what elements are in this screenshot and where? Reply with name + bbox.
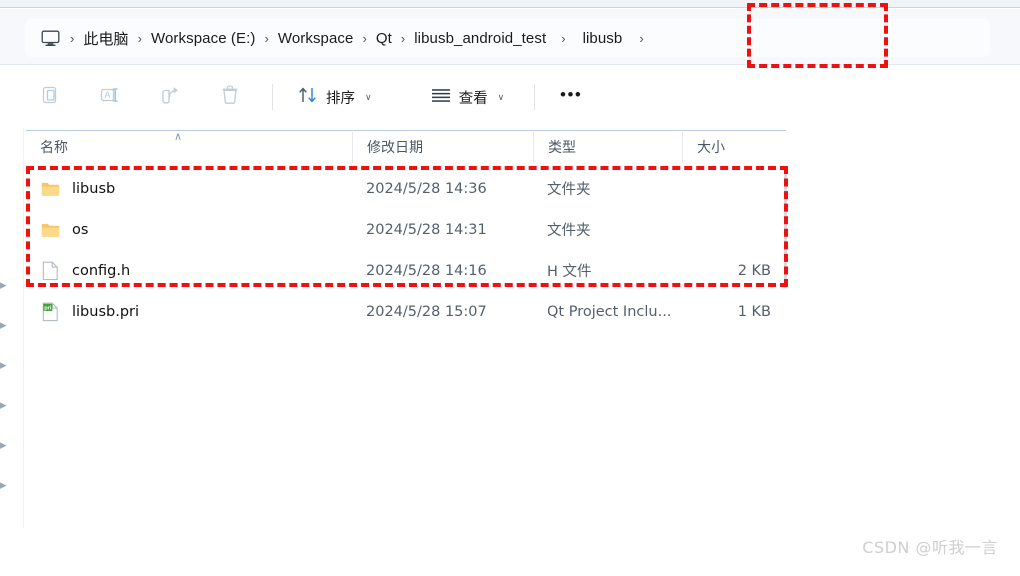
file-name-cell: libusb bbox=[26, 168, 352, 209]
svg-text:A: A bbox=[104, 90, 110, 100]
nav-expand-chevron-icon[interactable]: ▸ bbox=[0, 398, 7, 411]
toolbar-divider bbox=[534, 84, 536, 110]
ellipsis-icon: ••• bbox=[560, 85, 583, 104]
paste-button[interactable] bbox=[30, 79, 70, 115]
share-button[interactable] bbox=[150, 79, 190, 115]
scrollbar[interactable] bbox=[784, 172, 787, 288]
breadcrumb-crumb-qt[interactable]: Qt bbox=[376, 30, 392, 47]
file-name-cell: pri libusb.pri bbox=[26, 291, 352, 332]
breadcrumb-crumb-this-pc[interactable]: 此电脑 bbox=[83, 28, 128, 49]
breadcrumb-crumb-libusb-android-test[interactable]: libusb_android_test bbox=[414, 30, 546, 47]
file-name-label: os bbox=[72, 221, 89, 238]
breadcrumb-separator: › bbox=[137, 30, 142, 46]
share-icon bbox=[159, 84, 182, 111]
folder-icon bbox=[40, 220, 60, 240]
file-name-cell: config.h bbox=[26, 250, 352, 291]
sort-arrows-icon bbox=[297, 85, 319, 110]
qt-pri-file-icon: pri bbox=[40, 302, 60, 322]
breadcrumb-crumb-workspace[interactable]: Workspace bbox=[278, 30, 354, 47]
column-header-date[interactable]: 修改日期 bbox=[352, 130, 533, 163]
address-bar-zone: › 此电脑 › Workspace (E:) › Workspace › Qt … bbox=[0, 9, 1020, 65]
sort-button-label: 排序 bbox=[326, 90, 355, 107]
command-bar: A 排序 ∨ 查看 ∨ ••• bbox=[0, 66, 1020, 128]
file-name-label: config.h bbox=[72, 262, 131, 279]
nav-expand-chevron-icon[interactable]: ▸ bbox=[0, 478, 7, 491]
nav-expand-chevron-icon[interactable]: ▸ bbox=[0, 438, 7, 451]
delete-button[interactable] bbox=[210, 79, 250, 115]
paste-icon bbox=[39, 84, 61, 111]
this-pc-icon[interactable] bbox=[39, 28, 61, 48]
column-header-name[interactable]: 名称 bbox=[26, 130, 352, 163]
folder-icon bbox=[40, 179, 60, 199]
column-header-name-label: 名称 bbox=[40, 139, 68, 156]
sort-button[interactable]: 排序 ∨ bbox=[289, 79, 380, 115]
column-header-type-label: 类型 bbox=[548, 139, 576, 156]
breadcrumb-separator: › bbox=[400, 30, 406, 46]
view-button-label: 查看 bbox=[458, 90, 488, 107]
breadcrumb-crumb-libusb[interactable]: libusb bbox=[583, 30, 623, 47]
file-name-cell: os bbox=[26, 209, 352, 250]
table-row[interactable]: config.h 2024/5/28 14:16 H 文件 2 KB bbox=[26, 250, 788, 291]
file-size-cell bbox=[682, 168, 785, 209]
file-date-cell: 2024/5/28 14:36 bbox=[366, 180, 487, 197]
file-size-cell bbox=[682, 209, 785, 250]
nav-pane-edge: ▸ ▸ ▸ ▸ ▸ ▸ bbox=[0, 128, 24, 528]
nav-expand-chevron-icon[interactable]: ▸ bbox=[0, 318, 7, 331]
file-size-cell: 1 KB bbox=[737, 303, 771, 320]
trash-icon bbox=[219, 84, 241, 111]
breadcrumb-separator-trailing[interactable]: › bbox=[638, 32, 644, 45]
chevron-down-icon: ∨ bbox=[497, 91, 505, 102]
rename-icon: A bbox=[98, 84, 122, 111]
nav-expand-chevron-icon[interactable]: ▸ bbox=[0, 278, 7, 291]
file-type-cell: 文件夹 bbox=[547, 182, 591, 198]
chevron-down-icon: ∨ bbox=[365, 91, 372, 102]
watermark: CSDN @听我一言 bbox=[862, 538, 998, 557]
file-name-label: libusb.pri bbox=[72, 303, 140, 320]
column-header-size[interactable]: 大小 bbox=[682, 130, 785, 163]
table-row[interactable]: pri libusb.pri 2024/5/28 15:07 Qt Projec… bbox=[26, 291, 788, 332]
file-generic-icon bbox=[40, 261, 60, 281]
column-header-size-label: 大小 bbox=[697, 139, 725, 156]
breadcrumb-separator: › bbox=[362, 30, 367, 46]
breadcrumb[interactable]: › 此电脑 › Workspace (E:) › Workspace › Qt … bbox=[25, 19, 990, 57]
file-date-cell: 2024/5/28 15:07 bbox=[366, 303, 487, 320]
svg-text:pri: pri bbox=[44, 305, 52, 311]
rename-button[interactable]: A bbox=[90, 79, 130, 115]
file-type-cell: H 文件 bbox=[547, 264, 592, 280]
file-type-cell: 文件夹 bbox=[547, 223, 591, 239]
sort-ascending-indicator-icon: ∧ bbox=[174, 131, 183, 143]
column-header-row: 名称 修改日期 类型 大小 bbox=[26, 130, 786, 163]
file-explorer-window: › 此电脑 › Workspace (E:) › Workspace › Qt … bbox=[0, 0, 1020, 576]
file-size-cell: 2 KB bbox=[737, 262, 771, 279]
file-date-cell: 2024/5/28 14:16 bbox=[366, 262, 487, 279]
file-name-label: libusb bbox=[72, 180, 116, 197]
toolbar-divider bbox=[272, 84, 273, 110]
column-header-type[interactable]: 类型 bbox=[533, 130, 682, 163]
window-top-strip bbox=[0, 0, 1020, 8]
file-date-cell: 2024/5/28 14:31 bbox=[366, 221, 487, 238]
file-list: libusb 2024/5/28 14:36 文件夹 os 2024/5/28 … bbox=[26, 168, 788, 332]
view-lines-icon bbox=[430, 86, 452, 109]
table-row[interactable]: libusb 2024/5/28 14:36 文件夹 bbox=[26, 168, 788, 209]
breadcrumb-crumb-workspace-e[interactable]: Workspace (E:) bbox=[151, 30, 255, 47]
breadcrumb-separator: › bbox=[70, 30, 75, 46]
view-button[interactable]: 查看 ∨ bbox=[422, 79, 513, 115]
table-row[interactable]: os 2024/5/28 14:31 文件夹 bbox=[26, 209, 788, 250]
file-type-cell: Qt Project Inclu... bbox=[547, 303, 672, 320]
more-options-button[interactable]: ••• bbox=[551, 79, 591, 115]
breadcrumb-separator: › bbox=[561, 30, 566, 46]
breadcrumb-separator: › bbox=[264, 30, 269, 46]
nav-expand-chevron-icon[interactable]: ▸ bbox=[0, 358, 7, 371]
column-header-date-label: 修改日期 bbox=[367, 139, 423, 156]
